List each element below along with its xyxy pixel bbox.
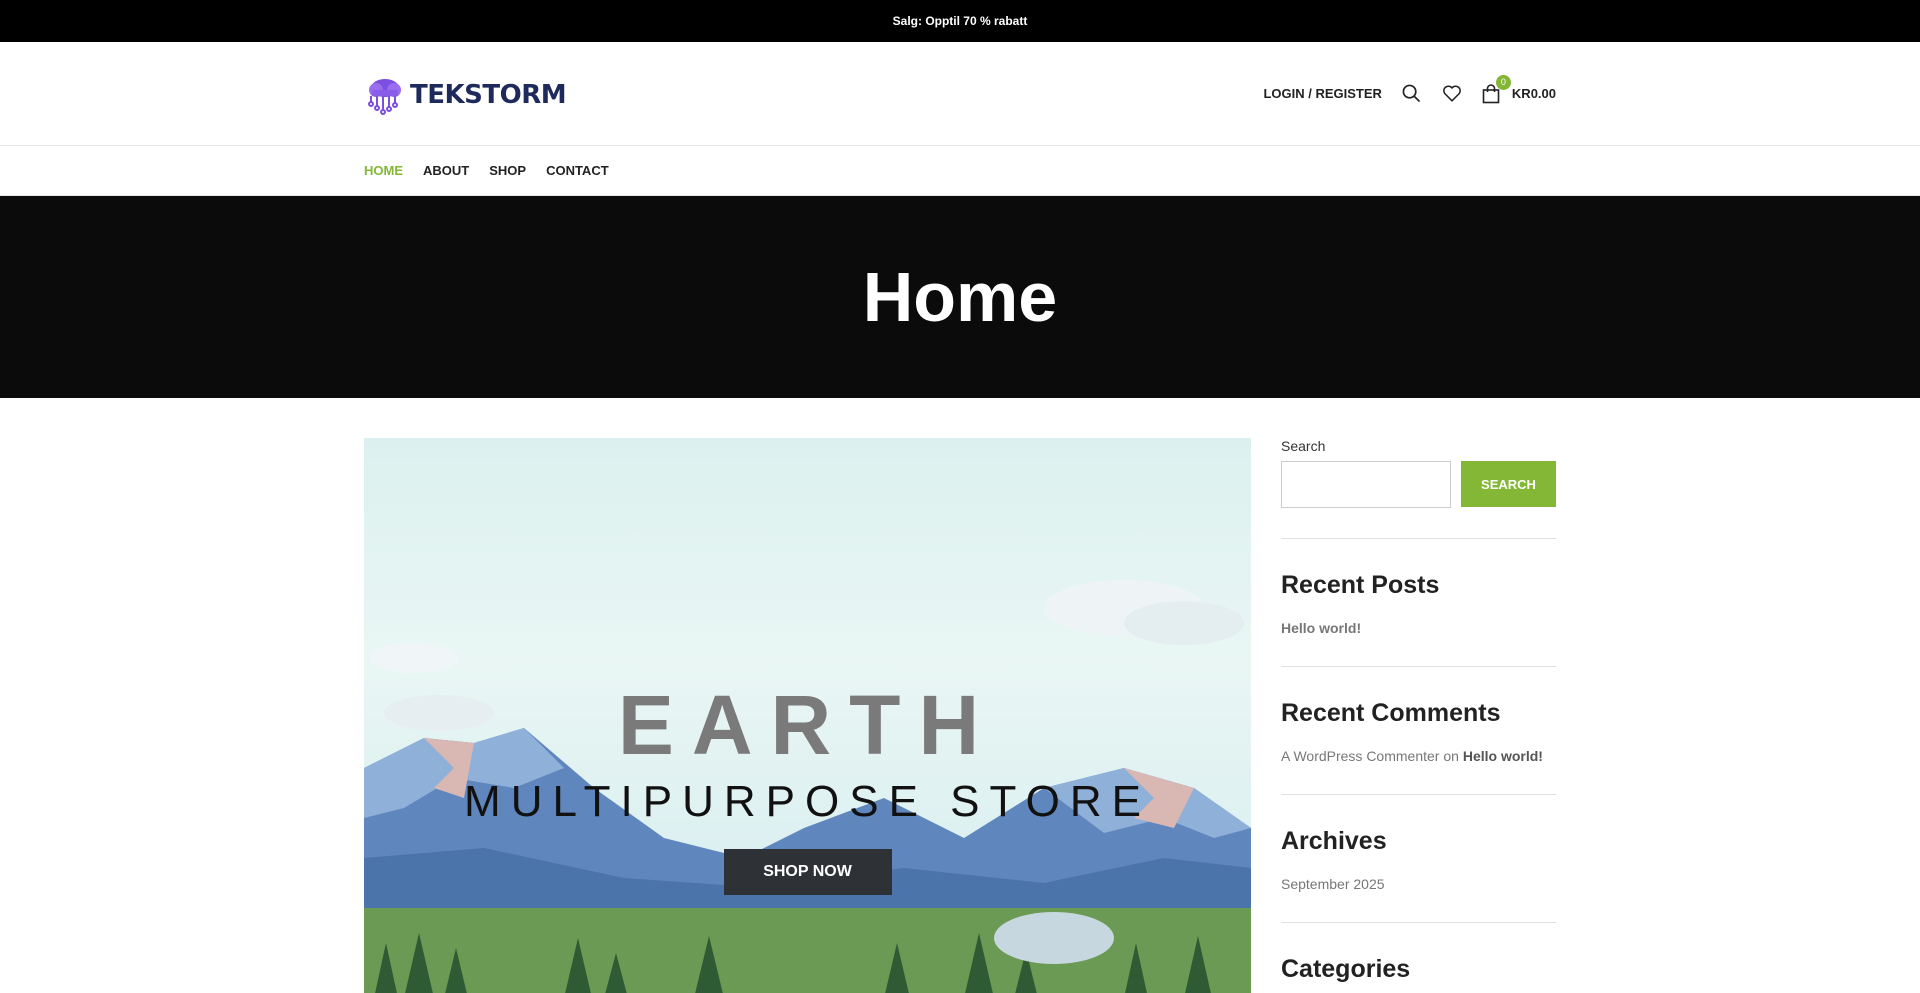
categories-title: Categories	[1281, 955, 1411, 983]
main-area: EARTH MULTIPURPOSE STORE SHOP NOW Search…	[364, 438, 1556, 993]
sidebar-search-button[interactable]: SEARCH	[1461, 461, 1556, 507]
nav-about[interactable]: ABOUT	[423, 163, 469, 178]
cloud-logo-icon	[368, 79, 401, 115]
divider	[1281, 538, 1556, 539]
wishlist-heart-icon[interactable]	[1442, 84, 1462, 104]
site-header: TEKSTORM LOGIN / REGISTER 0 KR0.00	[0, 42, 1920, 146]
promo-banner: EARTH MULTIPURPOSE STORE SHOP NOW	[364, 438, 1251, 993]
nav-shop[interactable]: SHOP	[489, 163, 526, 178]
comment-post-link[interactable]: Hello world!	[1463, 748, 1543, 764]
logo-text: TEKSTORM	[410, 80, 567, 110]
recent-comment-item: A WordPress Commenter on Hello world!	[1281, 748, 1556, 764]
divider	[1281, 794, 1556, 795]
banner-subheading: MULTIPURPOSE STORE	[464, 777, 1151, 826]
sidebar-search-input[interactable]	[1281, 461, 1451, 508]
login-register-link[interactable]: LOGIN / REGISTER	[1263, 86, 1381, 101]
archives-title: Archives	[1281, 827, 1387, 855]
main-navigation: HOME ABOUT SHOP CONTACT	[0, 146, 1920, 196]
search-form: SEARCH	[1281, 461, 1556, 508]
search-label: Search	[1281, 438, 1326, 454]
archive-link[interactable]: September 2025	[1281, 876, 1556, 892]
sidebar: Search SEARCH Recent Posts Hello world! …	[1281, 438, 1556, 993]
cart-total: KR0.00	[1511, 86, 1556, 101]
promo-text: Salg: Opptil 70 % rabatt	[892, 14, 1028, 28]
recent-post-link[interactable]: Hello world!	[1281, 620, 1556, 636]
search-icon[interactable]	[1402, 84, 1422, 104]
comment-on-text: on	[1443, 748, 1459, 764]
cart-button[interactable]: 0 KR0.00	[1482, 74, 1556, 104]
cart-count-badge: 0	[1495, 74, 1511, 90]
banner-text-block: EARTH MULTIPURPOSE STORE SHOP NOW	[364, 683, 1251, 895]
recent-posts-title: Recent Posts	[1281, 571, 1440, 599]
site-logo[interactable]: TEKSTORM	[364, 74, 567, 116]
header-actions: LOGIN / REGISTER 0 KR0.00	[1263, 42, 1556, 145]
nav-contact[interactable]: CONTACT	[546, 163, 609, 178]
promo-bar: Salg: Opptil 70 % rabatt	[0, 0, 1920, 42]
nav-home[interactable]: HOME	[364, 163, 403, 178]
recent-comments-title: Recent Comments	[1281, 699, 1501, 727]
comment-author: A WordPress Commenter	[1281, 748, 1440, 764]
divider	[1281, 666, 1556, 667]
page-title-banner: Home	[0, 196, 1920, 398]
shop-now-button[interactable]: SHOP NOW	[723, 849, 892, 895]
banner-heading: EARTH	[617, 678, 998, 772]
divider	[1281, 922, 1556, 923]
page-title: Home	[862, 258, 1058, 336]
